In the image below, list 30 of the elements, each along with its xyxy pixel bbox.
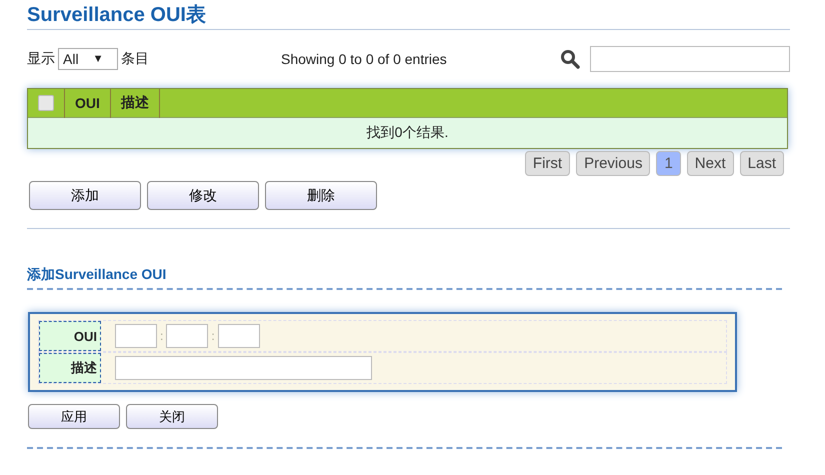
page-title: Surveillance OUI表 — [27, 0, 790, 30]
empty-message: 找到0个结果. — [366, 124, 448, 140]
separator: : — [211, 329, 215, 343]
section-title: 添加Surveillance OUI — [27, 266, 782, 290]
page-button[interactable]: First — [524, 151, 570, 176]
entries-dropdown[interactable]: All ▼ — [58, 48, 118, 70]
field-label: OUI — [39, 321, 101, 351]
page-button[interactable]: Last — [740, 151, 784, 176]
entries-label: 条目 — [121, 50, 149, 68]
action-button[interactable]: 修改 — [147, 181, 259, 210]
show-label: 显示 — [27, 50, 55, 68]
field-label: 描述 — [39, 353, 101, 383]
entries-info: Showing 0 to 0 of 0 entries — [281, 51, 447, 67]
column-header[interactable]: 描述 — [110, 89, 160, 118]
action-button[interactable]: 删除 — [265, 181, 377, 210]
page-button[interactable]: Next — [686, 151, 734, 176]
oui-input-field[interactable] — [115, 324, 157, 348]
search-field[interactable] — [590, 46, 790, 72]
page-button[interactable]: 1 — [656, 151, 681, 176]
select-all-checkbox[interactable] — [38, 95, 54, 111]
action-button[interactable]: 添加 — [29, 181, 141, 210]
separator: : — [160, 329, 164, 343]
form-button[interactable]: 关闭 — [126, 404, 218, 429]
oui-input-field[interactable] — [166, 324, 208, 348]
page-button[interactable]: Previous — [576, 151, 650, 176]
description-input-field[interactable] — [115, 356, 372, 380]
search-icon — [560, 49, 580, 69]
column-header[interactable]: OUI — [64, 89, 110, 118]
oui-input-field[interactable] — [218, 324, 260, 348]
form-button[interactable]: 应用 — [28, 404, 120, 429]
